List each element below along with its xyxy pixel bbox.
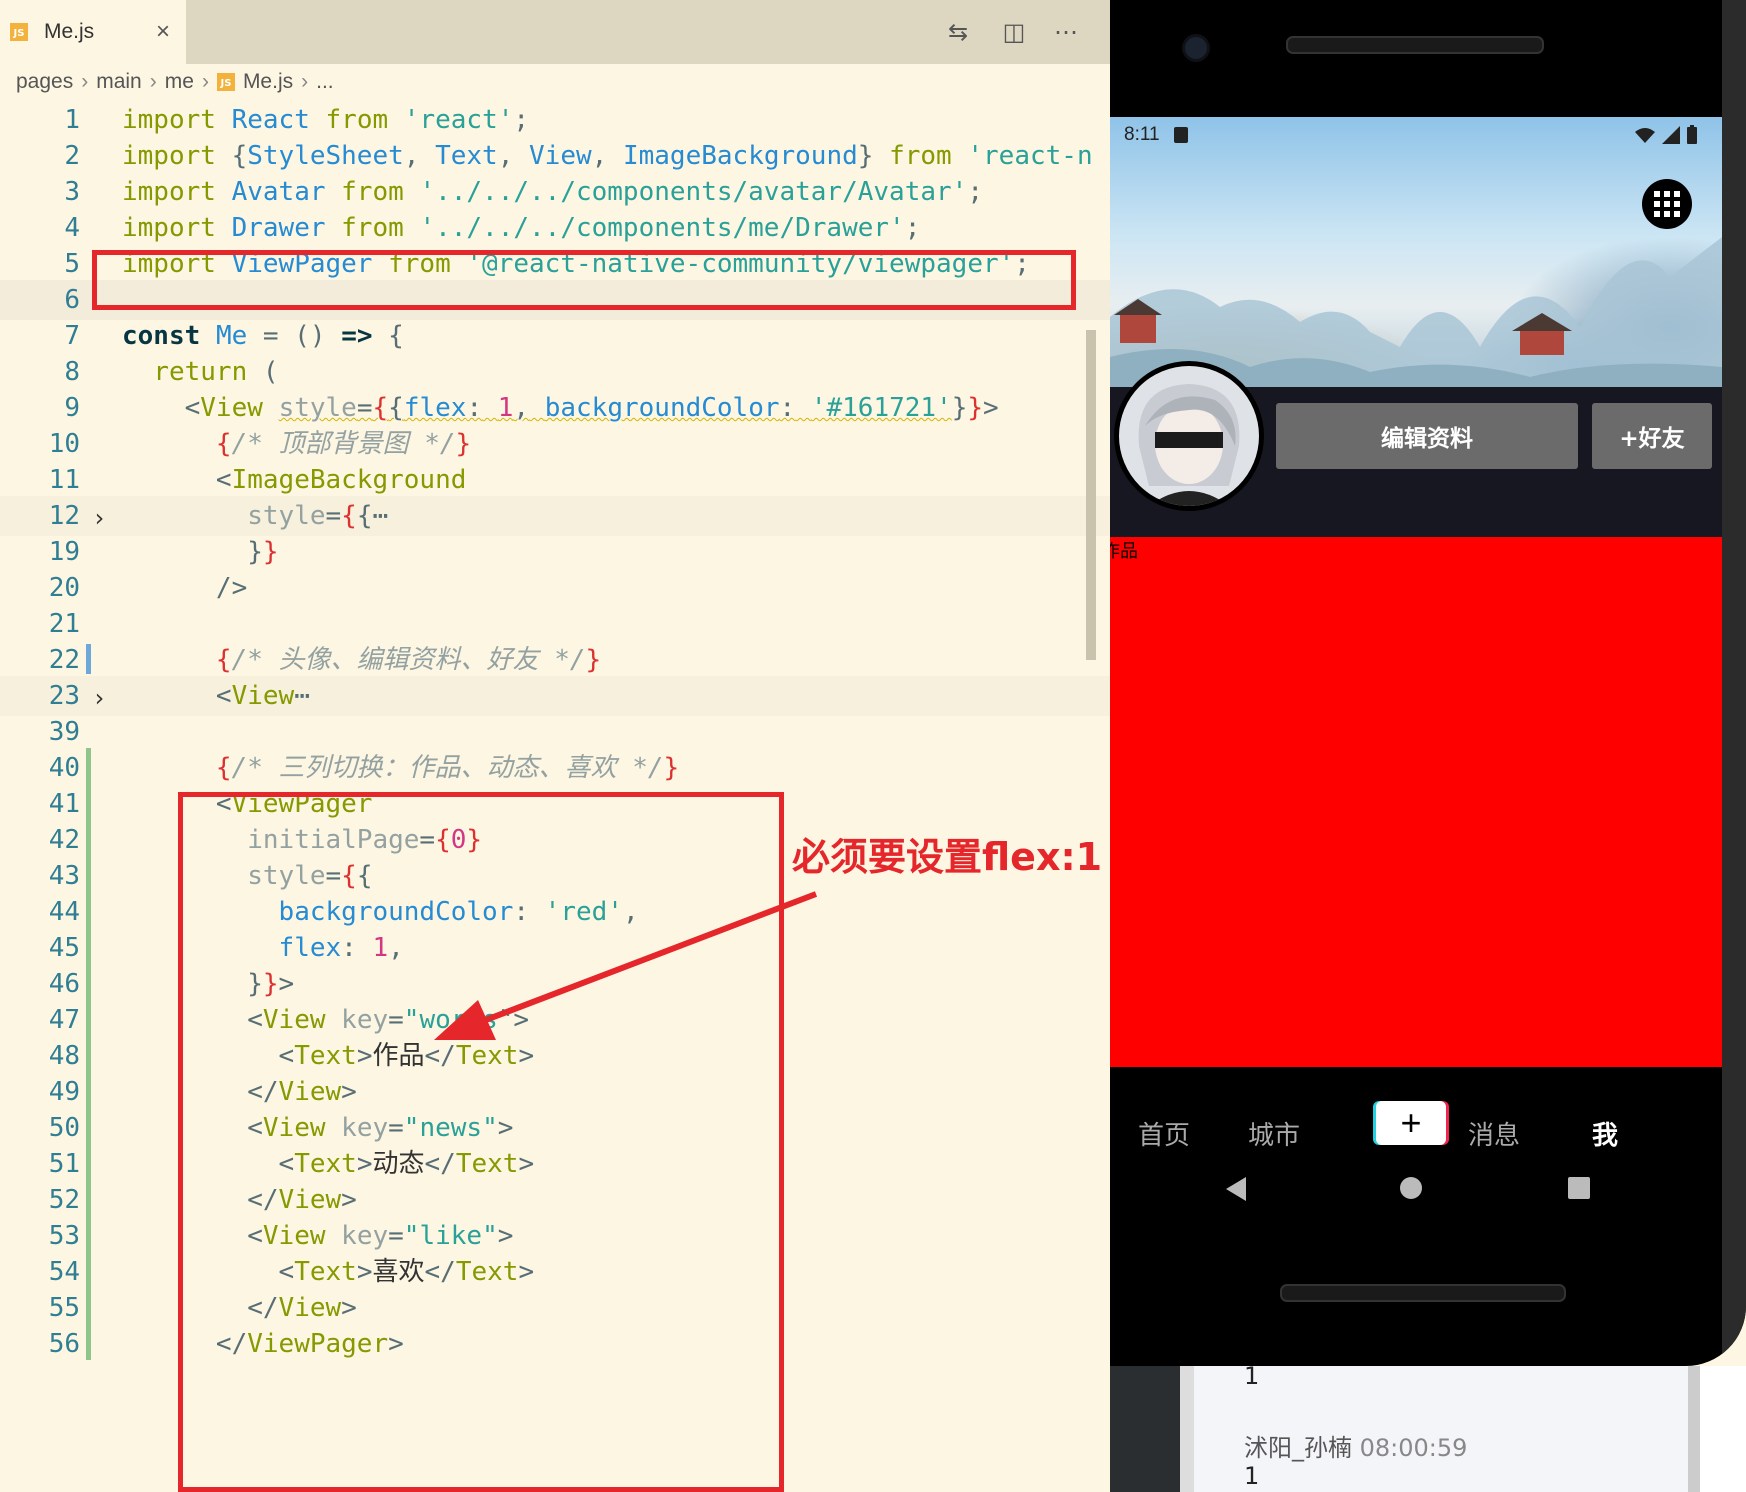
recent-apps-icon[interactable] xyxy=(1568,1177,1590,1199)
camera-icon xyxy=(1182,34,1210,62)
phone-emulator: 8:11 编辑资料 +好友 作品 首页 城市 + 消息 我 xyxy=(1110,0,1746,1366)
chat-message: 1 xyxy=(1244,1362,1260,1390)
tab-me[interactable]: 我 xyxy=(1592,1115,1618,1152)
grid-menu-icon[interactable] xyxy=(1642,179,1692,229)
phone-frame-edge xyxy=(1722,0,1746,1366)
chat-sender-name: 沭阳_孙楠 xyxy=(1244,1434,1352,1462)
view-pager[interactable]: 作品 xyxy=(1110,537,1722,1067)
edit-profile-button[interactable]: 编辑资料 xyxy=(1276,403,1578,469)
chat-sender: 沭阳_孙楠 08:00:59 xyxy=(1244,1428,1467,1463)
background-panel xyxy=(1110,1366,1180,1492)
add-friend-button[interactable]: +好友 xyxy=(1592,403,1712,469)
avatar[interactable] xyxy=(1114,361,1264,511)
chat-timestamp: 08:00:59 xyxy=(1359,1434,1468,1462)
pager-page-text: 作品 xyxy=(1110,541,1138,562)
grid-icon xyxy=(1654,191,1680,217)
tab-home[interactable]: 首页 xyxy=(1138,1115,1190,1152)
status-icons xyxy=(1634,125,1698,145)
header-background-image xyxy=(1110,117,1722,387)
landscape-image xyxy=(1110,237,1722,387)
home-icon[interactable] xyxy=(1400,1177,1422,1199)
phone-bottom-speaker xyxy=(1280,1284,1566,1302)
chat-message: 1 xyxy=(1244,1462,1260,1490)
back-icon[interactable] xyxy=(1226,1177,1246,1201)
background-panel xyxy=(1700,1366,1746,1492)
annotation-arrow xyxy=(434,891,818,1040)
signal-icon xyxy=(1662,126,1680,144)
wifi-icon xyxy=(1635,128,1655,143)
status-bar: 8:11 xyxy=(1110,117,1722,153)
sd-card-icon xyxy=(1173,127,1188,143)
avatar-image xyxy=(1119,366,1259,506)
chat-panel: 1 沭阳_孙楠 08:00:59 1 xyxy=(1180,1362,1700,1492)
tab-city[interactable]: 城市 xyxy=(1248,1115,1300,1152)
code-editor: JS Me.js × ⇆ ◫ ⋯ pages › main › me › JS … xyxy=(0,0,1110,1492)
add-post-button[interactable]: + xyxy=(1376,1101,1446,1145)
tab-messages[interactable]: 消息 xyxy=(1468,1115,1520,1152)
status-time: 8:11 xyxy=(1124,124,1160,145)
battery-icon xyxy=(1687,125,1697,144)
app-screen: 8:11 编辑资料 +好友 作品 首页 城市 + 消息 我 xyxy=(1110,117,1722,1231)
bottom-tab-nav: 首页 城市 + 消息 我 xyxy=(1110,1067,1722,1231)
phone-speaker xyxy=(1286,36,1544,54)
